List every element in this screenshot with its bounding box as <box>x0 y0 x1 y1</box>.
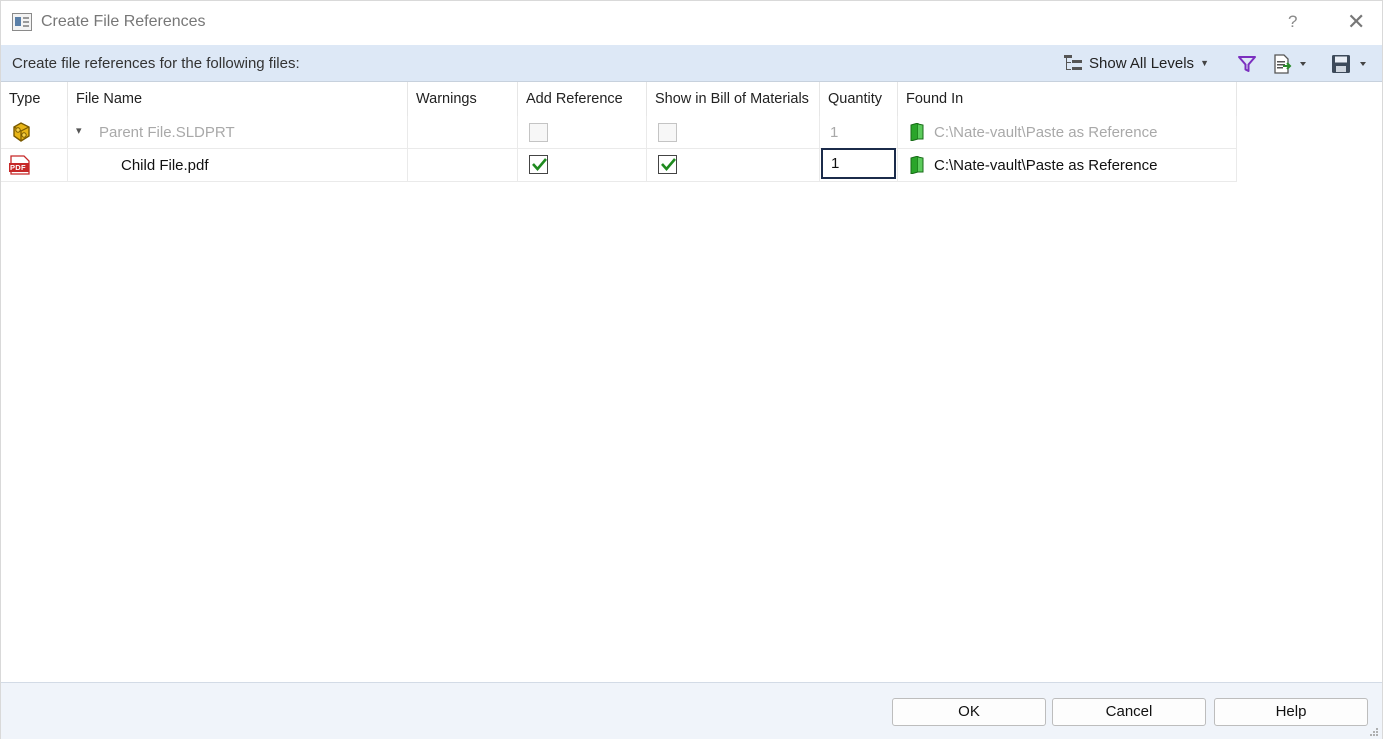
ok-button[interactable]: OK <box>892 698 1046 726</box>
resize-grip-icon[interactable] <box>1369 727 1379 737</box>
show-in-bom-cell <box>647 149 820 181</box>
part-file-icon <box>13 122 30 142</box>
type-cell: PDF <box>1 149 68 181</box>
vault-folder-icon <box>910 156 924 174</box>
file-name-cell: Child File.pdf <box>68 149 408 181</box>
help-icon[interactable]: ? <box>1288 12 1297 32</box>
dialog-footer: OK Cancel Help <box>1 682 1382 739</box>
quantity-cell: 1 <box>820 116 898 148</box>
warnings-cell <box>408 149 518 181</box>
add-reference-cell <box>518 116 647 148</box>
column-header-type[interactable]: Type <box>1 82 68 116</box>
save-icon <box>1332 55 1366 73</box>
file-name: Parent File.SLDPRT <box>99 124 235 141</box>
add-reference-checkbox[interactable] <box>529 123 548 142</box>
toolbar-label: Create file references for the following… <box>12 55 300 72</box>
quantity-value: 1 <box>830 124 839 141</box>
cancel-button[interactable]: Cancel <box>1052 698 1206 726</box>
show-in-bom-cell <box>647 116 820 148</box>
column-header-warnings[interactable]: Warnings <box>408 82 518 116</box>
quantity-input[interactable] <box>821 148 896 179</box>
show-in-bom-checkbox[interactable] <box>658 123 677 142</box>
table-row[interactable]: ▾ Parent File.SLDPRT 1 C:\Nate-vault\Pas… <box>1 116 1237 149</box>
show-all-levels-label: Show All Levels <box>1089 54 1195 72</box>
add-reference-checkbox[interactable] <box>529 155 548 174</box>
found-in-path: C:\Nate-vault\Paste as Reference <box>934 157 1158 174</box>
column-header-quantity[interactable]: Quantity <box>820 82 898 116</box>
pdf-file-icon: PDF <box>9 155 31 175</box>
warnings-cell <box>408 116 518 148</box>
found-in-cell: C:\Nate-vault\Paste as Reference <box>898 116 1237 148</box>
export-dropdown[interactable] <box>1273 54 1309 74</box>
dialog-title: Create File References <box>41 13 206 30</box>
chevron-down-icon: ▼ <box>1200 58 1209 68</box>
save-dropdown[interactable] <box>1331 54 1369 74</box>
table-row[interactable]: PDF Child File.pdf 1 C:\Nate-vault\Paste… <box>1 148 1237 182</box>
show-all-levels-dropdown[interactable]: Show All Levels ▼ <box>1063 52 1209 74</box>
tree-levels-icon <box>1063 54 1083 72</box>
file-name: Child File.pdf <box>121 157 209 174</box>
found-in-cell: C:\Nate-vault\Paste as Reference <box>898 149 1237 181</box>
column-header-add-reference[interactable]: Add Reference <box>518 82 647 116</box>
toolbar: Create file references for the following… <box>1 45 1382 82</box>
add-reference-cell <box>518 149 647 181</box>
help-button[interactable]: Help <box>1214 698 1368 726</box>
title-bar: Create File References ? ✕ <box>1 1 1382 45</box>
create-file-references-dialog: Create File References ? ✕ Create file r… <box>0 0 1383 739</box>
filter-icon[interactable] <box>1237 54 1257 74</box>
close-icon[interactable]: ✕ <box>1347 10 1365 34</box>
found-in-path: C:\Nate-vault\Paste as Reference <box>934 124 1158 141</box>
column-header-file-name[interactable]: File Name <box>68 82 408 116</box>
export-icon <box>1274 54 1306 74</box>
grid-header: Type File Name Warnings Add Reference Sh… <box>1 82 1237 116</box>
vault-folder-icon <box>910 123 924 141</box>
dialog-app-icon <box>12 13 32 31</box>
expand-collapse-icon[interactable]: ▾ <box>76 124 82 137</box>
type-cell <box>1 116 68 148</box>
column-header-found-in[interactable]: Found In <box>898 82 1237 116</box>
show-in-bom-checkbox[interactable] <box>658 155 677 174</box>
file-name-cell: ▾ Parent File.SLDPRT <box>68 116 408 148</box>
column-header-show-in-bom[interactable]: Show in Bill of Materials <box>647 82 820 116</box>
